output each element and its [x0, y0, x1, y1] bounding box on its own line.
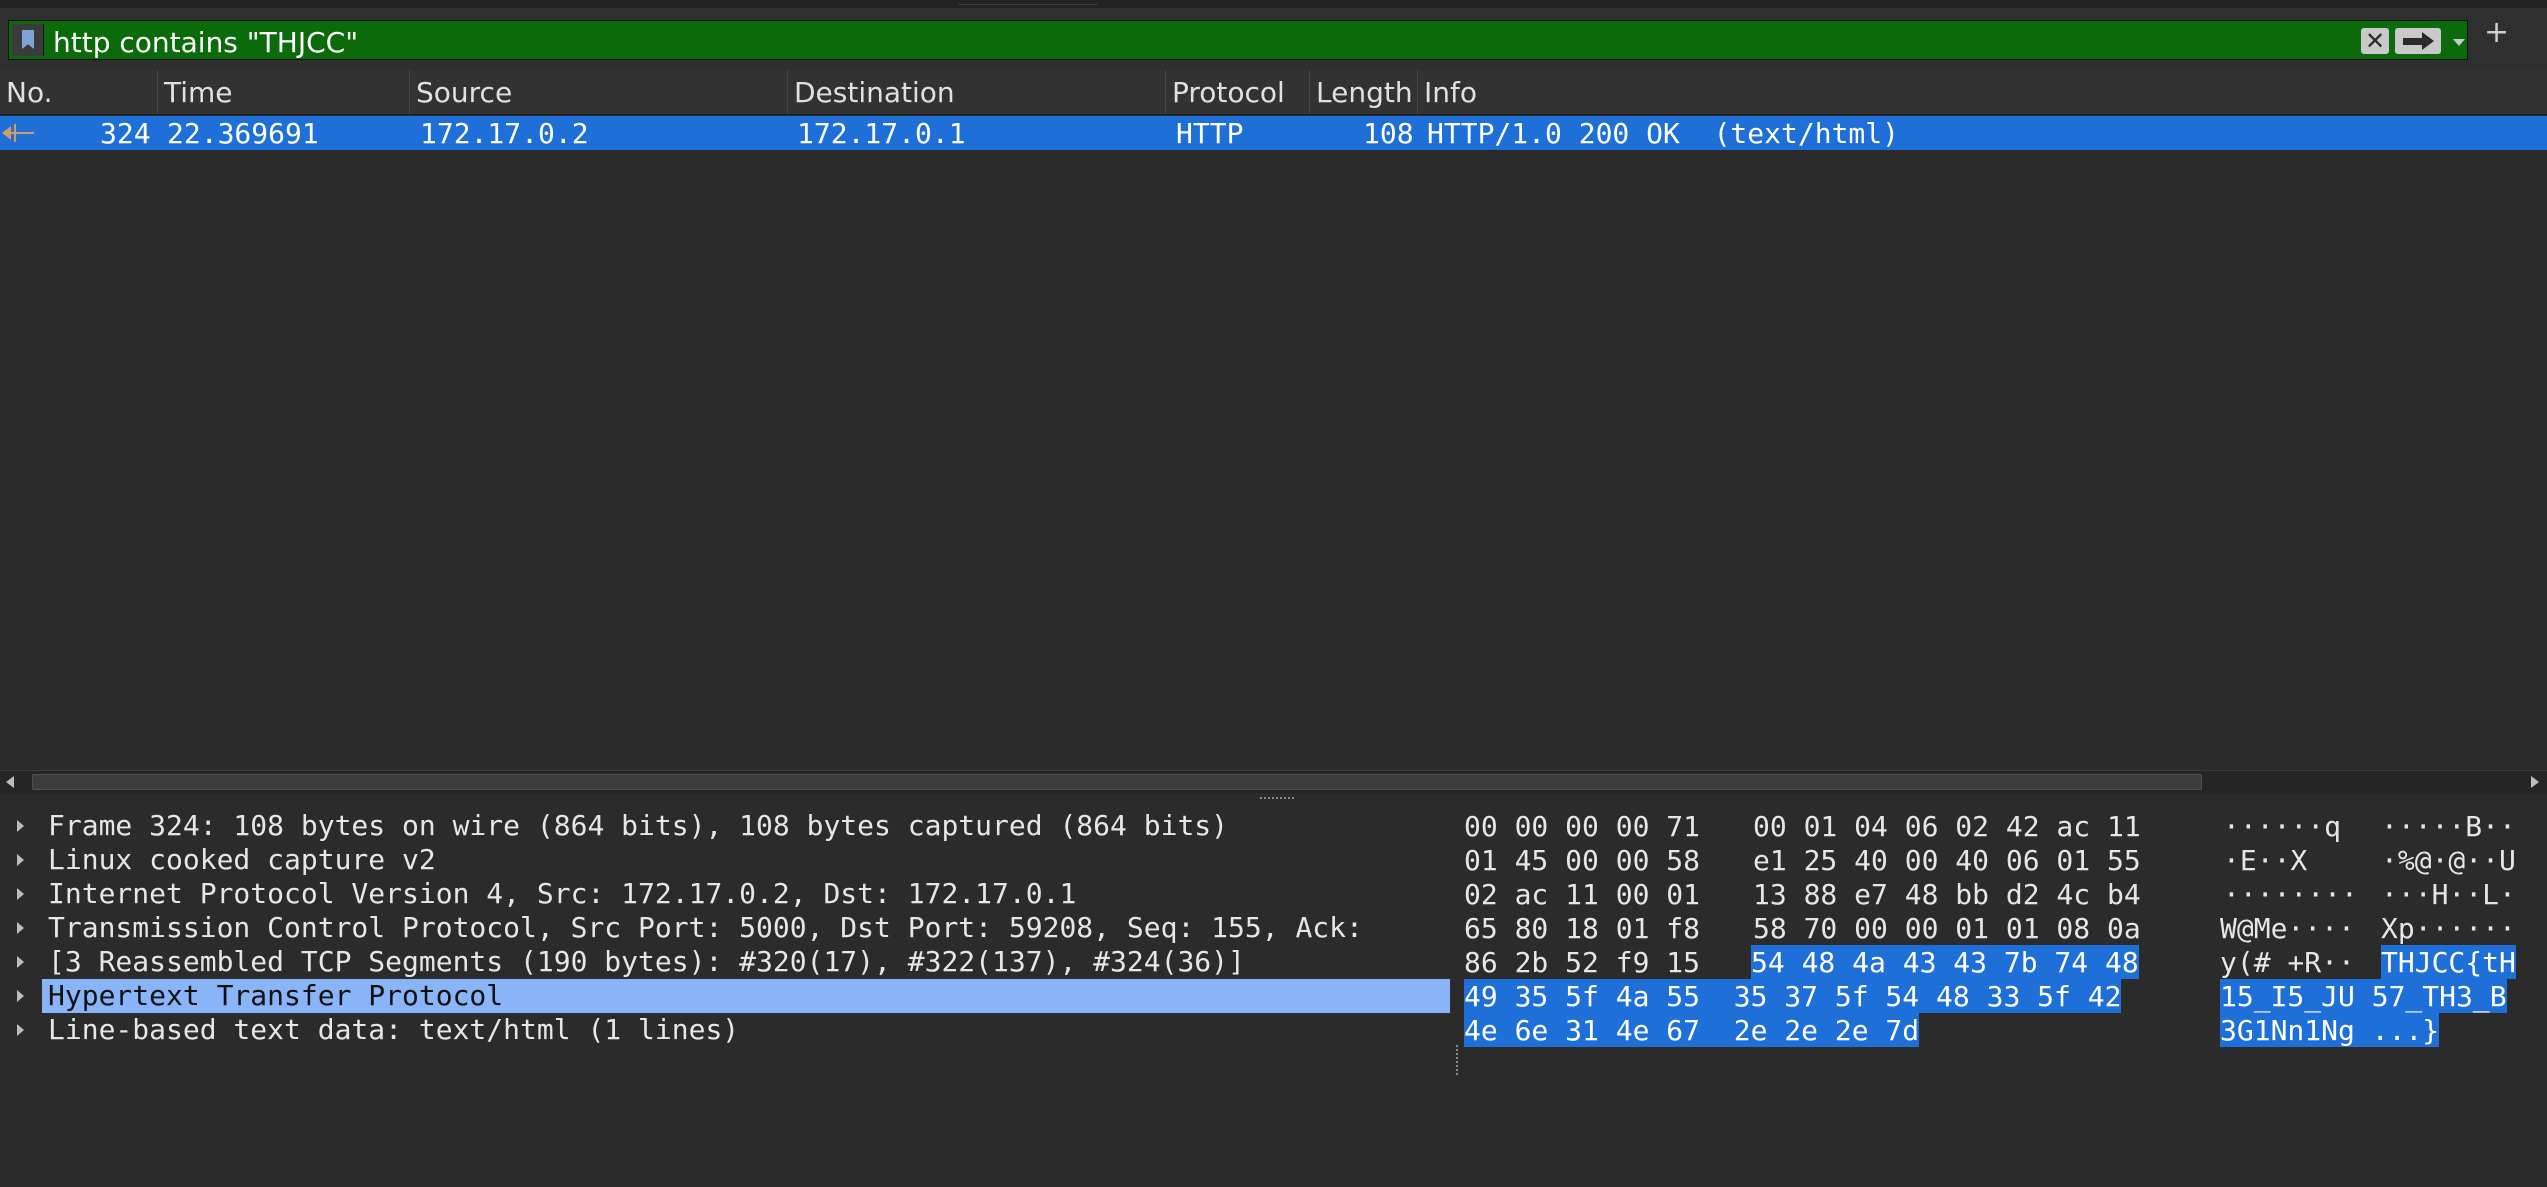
expand-triangle-icon[interactable] [17, 990, 24, 1002]
expand-triangle-icon[interactable] [17, 888, 24, 900]
packet-info: HTTP/1.0 200 OK (text/html) [1427, 117, 1900, 150]
highlighted-ascii: THJCC{tH [2381, 945, 2516, 979]
packet-source: 172.17.0.2 [420, 117, 589, 150]
packet-list-header: No. Time Source Destination Protocol Len… [0, 70, 2547, 115]
bytes-row: 49 35 5f 4a 55 35 37 5f 54 48 33 5f 42 1… [1463, 979, 2507, 1013]
bytes-row: 01 45 00 00 58 e1 25 40 00 40 06 01 55 ·… [1464, 844, 2516, 877]
packet-list: No. Time Source Destination Protocol Len… [0, 70, 2547, 776]
detail-item-http[interactable]: Hypertext Transfer Protocol [0, 979, 1453, 1013]
bookmark-icon [22, 30, 34, 49]
bytes-row: 00 00 00 00 71 00 01 04 06 02 42 ac 11 ·… [1464, 810, 2516, 843]
packet-no: 324 [100, 117, 151, 150]
detail-item-ipv4[interactable]: Internet Protocol Version 4, Src: 172.17… [0, 877, 1453, 910]
filter-history-dropdown[interactable] [2449, 31, 2467, 51]
packet-time: 22.369691 [167, 117, 319, 150]
display-filter-input[interactable]: http contains "THJCC" ✕ [8, 20, 2468, 60]
toolbar-grip [958, 0, 1098, 5]
packet-destination: 172.17.0.1 [797, 117, 966, 150]
bytes-row: 02 ac 11 00 01 13 88 e7 48 bb d2 4c b4 ·… [1464, 878, 2516, 911]
add-filter-button[interactable]: + [2484, 18, 2509, 48]
highlighted-bytes: 49 35 5f 4a 55 35 37 5f 54 48 33 5f 42 [1464, 979, 2122, 1013]
packet-length: 108 [1363, 117, 1414, 150]
detail-item-frame[interactable]: Frame 324: 108 bytes on wire (864 bits),… [0, 809, 1453, 842]
column-header-info[interactable]: Info [1418, 70, 2547, 114]
bytes-row: 65 80 18 01 f8 58 70 00 00 01 01 08 0a W… [1464, 912, 2516, 945]
bytes-row: 4e 6e 31 4e 67 2e 2e 2e 7d 3G1Nn1Ng ...} [1463, 1013, 2440, 1047]
splitter-handle-icon [1260, 797, 1294, 802]
packet-details-pane: Frame 324: 108 bytes on wire (864 bits),… [0, 807, 1454, 1187]
splitter-handle-icon [1456, 1045, 1461, 1075]
column-header-time[interactable]: Time [158, 70, 410, 114]
chevron-down-icon [2453, 39, 2465, 46]
packet-protocol: HTTP [1176, 117, 1244, 150]
bytes-row: 86 2b 52 f9 15 54 48 4a 43 43 7b 74 48 y… [1464, 945, 2516, 979]
top-strip [0, 0, 2547, 8]
filter-bookmark-button[interactable] [12, 24, 44, 56]
detail-item-text-data[interactable]: Line-based text data: text/html (1 lines… [0, 1013, 1453, 1046]
scroll-left-icon[interactable] [6, 776, 14, 788]
expand-triangle-icon[interactable] [17, 922, 24, 934]
filter-text[interactable]: http contains "THJCC" [53, 26, 358, 59]
highlighted-bytes: 4e 6e 31 4e 67 2e 2e 2e 7d [1464, 1013, 1920, 1047]
pane-splitter[interactable] [0, 793, 2547, 807]
column-header-protocol[interactable]: Protocol [1166, 70, 1310, 114]
packet-row[interactable]: 324 22.369691 172.17.0.2 172.17.0.1 HTTP… [0, 116, 2547, 150]
expand-triangle-icon[interactable] [17, 1024, 24, 1036]
packet-bytes-pane: 00 00 00 00 71 00 01 04 06 02 42 ac 11 ·… [1463, 807, 2547, 1187]
column-header-no[interactable]: No. [0, 70, 158, 114]
packet-list-horizontal-scrollbar[interactable] [0, 770, 2547, 793]
bytes-splitter[interactable] [1453, 807, 1463, 1187]
highlighted-ascii: 3G1Nn1Ng ...} [2220, 1013, 2440, 1047]
expand-triangle-icon[interactable] [17, 854, 24, 866]
display-filter-bar: http contains "THJCC" ✕ + [0, 8, 2547, 70]
arrow-right-icon [2403, 38, 2423, 45]
expand-triangle-icon[interactable] [17, 820, 24, 832]
scrollbar-thumb[interactable] [32, 774, 2202, 790]
detail-item-linux-cooked[interactable]: Linux cooked capture v2 [0, 843, 1453, 876]
expand-triangle-icon[interactable] [17, 956, 24, 968]
detail-item-tcp[interactable]: Transmission Control Protocol, Src Port:… [0, 911, 1453, 944]
column-header-length[interactable]: Length [1310, 70, 1418, 114]
column-header-destination[interactable]: Destination [788, 70, 1166, 114]
highlighted-bytes: 54 48 4a 43 43 7b 74 48 [1751, 945, 2139, 979]
column-header-source[interactable]: Source [410, 70, 788, 114]
clear-filter-button[interactable]: ✕ [2361, 28, 2389, 54]
highlighted-ascii: 15_I5_JU 57_TH3_B [2220, 979, 2507, 1013]
scroll-right-icon[interactable] [2531, 776, 2539, 788]
apply-filter-button[interactable] [2395, 28, 2441, 54]
detail-item-reassembled[interactable]: [3 Reassembled TCP Segments (190 bytes):… [0, 945, 1453, 978]
